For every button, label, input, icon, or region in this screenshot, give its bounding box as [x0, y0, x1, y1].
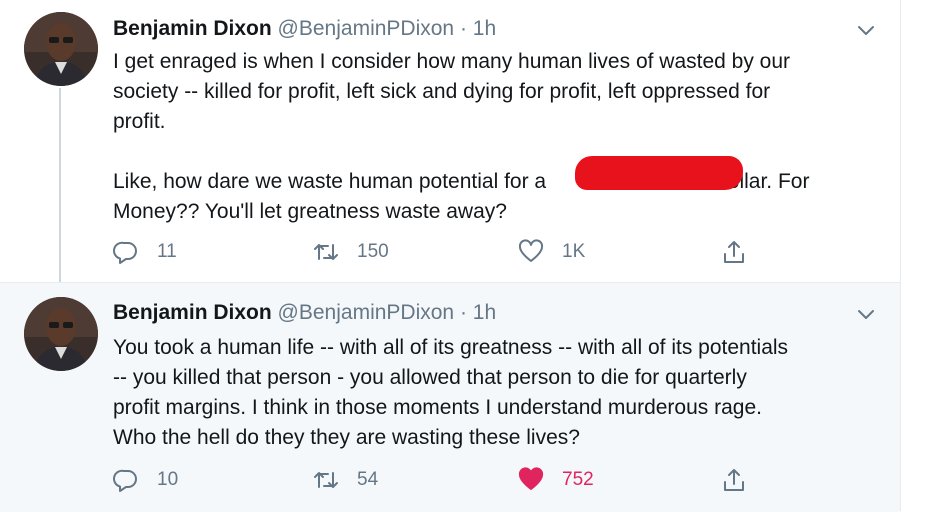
tweet[interactable]: Benjamin Dixon @BenjaminPDixon · 1h I ge…: [0, 0, 900, 284]
like-button[interactable]: 1K: [518, 237, 585, 267]
avatar[interactable]: [24, 297, 98, 371]
reply-count: 10: [157, 469, 179, 490]
reply-icon: [113, 241, 137, 264]
retweet-button[interactable]: 150: [313, 237, 389, 267]
redaction-mark: [575, 156, 743, 190]
reply-count: 11: [157, 241, 177, 262]
tweet-header: Benjamin Dixon @BenjaminPDixon · 1h: [113, 16, 496, 42]
avatar[interactable]: [24, 12, 98, 86]
display-name[interactable]: Benjamin Dixon: [113, 17, 272, 40]
heart-icon: [518, 239, 544, 262]
retweet-icon: [314, 472, 338, 488]
tweet-text: I get enraged is when I consider how man…: [113, 47, 883, 227]
tweet-actions: 11 150 1K: [113, 237, 763, 267]
tweet[interactable]: Benjamin Dixon @BenjaminPDixon · 1h You …: [0, 282, 900, 512]
heart-icon: [518, 467, 544, 490]
thread-line: [59, 88, 61, 284]
timestamp[interactable]: 1h: [473, 301, 496, 324]
user-handle[interactable]: @BenjaminPDixon: [278, 301, 455, 324]
reply-button[interactable]: 10: [113, 465, 178, 495]
like-count: 752: [562, 469, 594, 490]
reply-icon: [113, 469, 137, 492]
column-border: [900, 0, 901, 511]
share-icon: [724, 241, 744, 263]
like-button[interactable]: 752: [518, 465, 594, 495]
share-button[interactable]: [721, 237, 765, 267]
retweet-count: 54: [357, 469, 379, 490]
separator-dot: ·: [459, 301, 467, 324]
retweet-icon: [314, 244, 338, 260]
retweet-button[interactable]: 54: [313, 465, 378, 495]
separator-dot: ·: [459, 17, 467, 40]
timeline: Benjamin Dixon @BenjaminPDixon · 1h I ge…: [0, 0, 900, 512]
tweet-text: You took a human life -- with all of its…: [113, 336, 789, 449]
chevron-down-icon[interactable]: [856, 304, 876, 324]
tweet-actions: 10 54 752: [113, 465, 763, 495]
reply-button[interactable]: 11: [113, 237, 177, 267]
tweet-header: Benjamin Dixon @BenjaminPDixon · 1h: [113, 300, 496, 326]
timestamp[interactable]: 1h: [473, 17, 496, 40]
display-name[interactable]: Benjamin Dixon: [113, 301, 272, 324]
share-button[interactable]: [721, 465, 765, 495]
retweet-count: 150: [357, 241, 389, 262]
user-handle[interactable]: @BenjaminPDixon: [278, 17, 455, 40]
like-count: 1K: [562, 241, 586, 262]
share-icon: [724, 469, 744, 491]
chevron-down-icon[interactable]: [856, 20, 876, 40]
